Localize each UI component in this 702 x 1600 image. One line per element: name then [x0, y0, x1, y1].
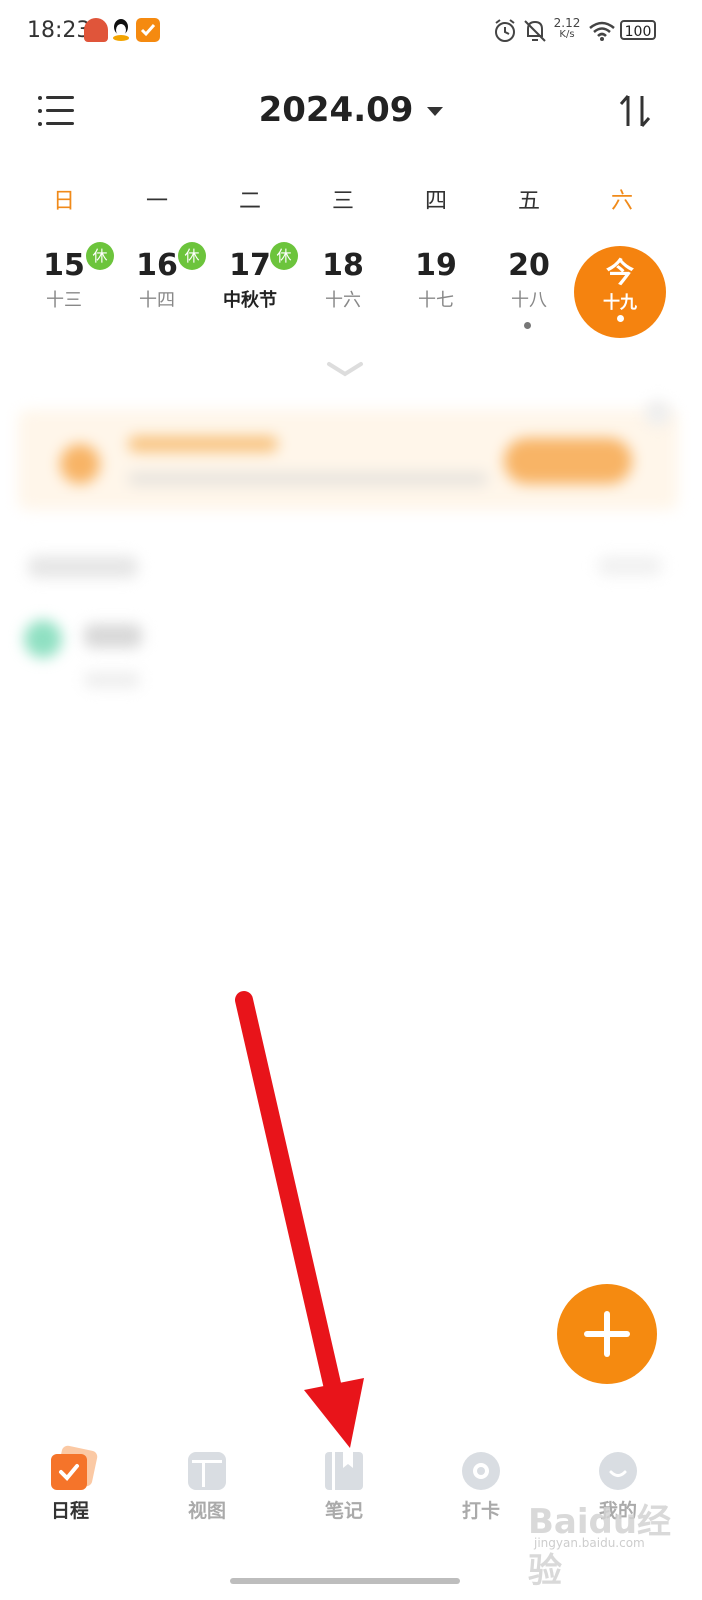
tab-label: 视图	[187, 1500, 226, 1522]
task-title	[84, 624, 142, 648]
weekday-sat: 六	[610, 189, 633, 214]
tab-label: 日程	[50, 1500, 89, 1522]
check-icon	[136, 18, 160, 42]
month-selector[interactable]: 2024.09	[0, 90, 702, 130]
chevron-down-icon	[427, 107, 444, 116]
weekday-wed: 三	[331, 189, 354, 214]
lunar-date: 十四	[139, 290, 175, 311]
network-speed-value: 2.12	[553, 16, 581, 30]
view-icon	[188, 1452, 226, 1490]
section-header	[28, 556, 138, 578]
expand-chevron-icon[interactable]	[325, 358, 365, 384]
tab-schedule[interactable]: 日程	[20, 1444, 120, 1523]
weekday-mon: 一	[145, 189, 168, 214]
weekday-sun: 日	[52, 189, 75, 214]
task-meta	[84, 672, 140, 688]
notebook-icon	[325, 1452, 363, 1490]
network-speed-unit: K/s	[559, 29, 575, 40]
task-checkbox[interactable]	[24, 620, 62, 658]
sort-icon[interactable]	[616, 92, 656, 132]
schedule-icon	[51, 1444, 99, 1490]
day-cell[interactable]: 20 十八	[489, 248, 569, 312]
event-dot	[616, 315, 624, 322]
weekday-tue: 二	[238, 189, 261, 214]
day-cell[interactable]: 19 十七	[396, 248, 476, 312]
battery-icon: 100	[620, 20, 656, 40]
app-icon	[84, 18, 108, 42]
qq-icon	[111, 18, 131, 42]
promo-banner[interactable]	[18, 410, 678, 510]
day-cell[interactable]: 18 十六	[303, 248, 383, 312]
month-title: 2024.09	[258, 90, 414, 130]
tab-label: 打卡	[461, 1500, 500, 1522]
event-dot	[524, 322, 531, 329]
tab-checkin[interactable]: 打卡	[431, 1452, 531, 1523]
alarm-icon	[492, 18, 518, 48]
festival-label: 中秋节	[223, 290, 277, 311]
plus-icon	[584, 1311, 630, 1357]
day-number: 19	[415, 248, 457, 283]
weekday-fri: 五	[517, 189, 540, 214]
today-label: 今	[605, 256, 634, 289]
today-cell[interactable]: 今 十九	[574, 246, 666, 338]
rest-badge: 休	[270, 242, 298, 270]
mute-icon	[522, 18, 548, 48]
add-button[interactable]	[557, 1284, 657, 1384]
rest-badge: 休	[178, 242, 206, 270]
network-speed: 2.12 K/s	[553, 17, 581, 41]
battery-level: 100	[624, 24, 652, 40]
watermark-url: jingyan.baidu.com	[534, 1536, 645, 1550]
tab-view[interactable]: 视图	[157, 1452, 257, 1523]
lunar-date: 十三	[46, 290, 82, 311]
checkin-icon	[462, 1452, 500, 1490]
lunar-date: 十九	[603, 293, 637, 313]
home-indicator[interactable]	[230, 1578, 460, 1584]
tab-label: 笔记	[324, 1500, 363, 1522]
lunar-date: 十七	[418, 290, 454, 311]
weekday-thu: 四	[424, 189, 447, 214]
lunar-date: 十六	[325, 290, 361, 311]
wifi-icon	[588, 20, 616, 46]
section-action[interactable]	[598, 556, 662, 576]
day-number: 18	[322, 248, 364, 283]
day-number: 20	[508, 248, 550, 283]
lunar-date: 十八	[511, 290, 547, 311]
smile-icon	[599, 1452, 637, 1490]
tab-notes[interactable]: 笔记	[294, 1452, 394, 1523]
close-icon[interactable]	[645, 400, 671, 426]
red-arrow-annotation	[220, 990, 380, 1474]
status-time: 18:23	[27, 18, 91, 43]
rest-badge: 休	[86, 242, 114, 270]
